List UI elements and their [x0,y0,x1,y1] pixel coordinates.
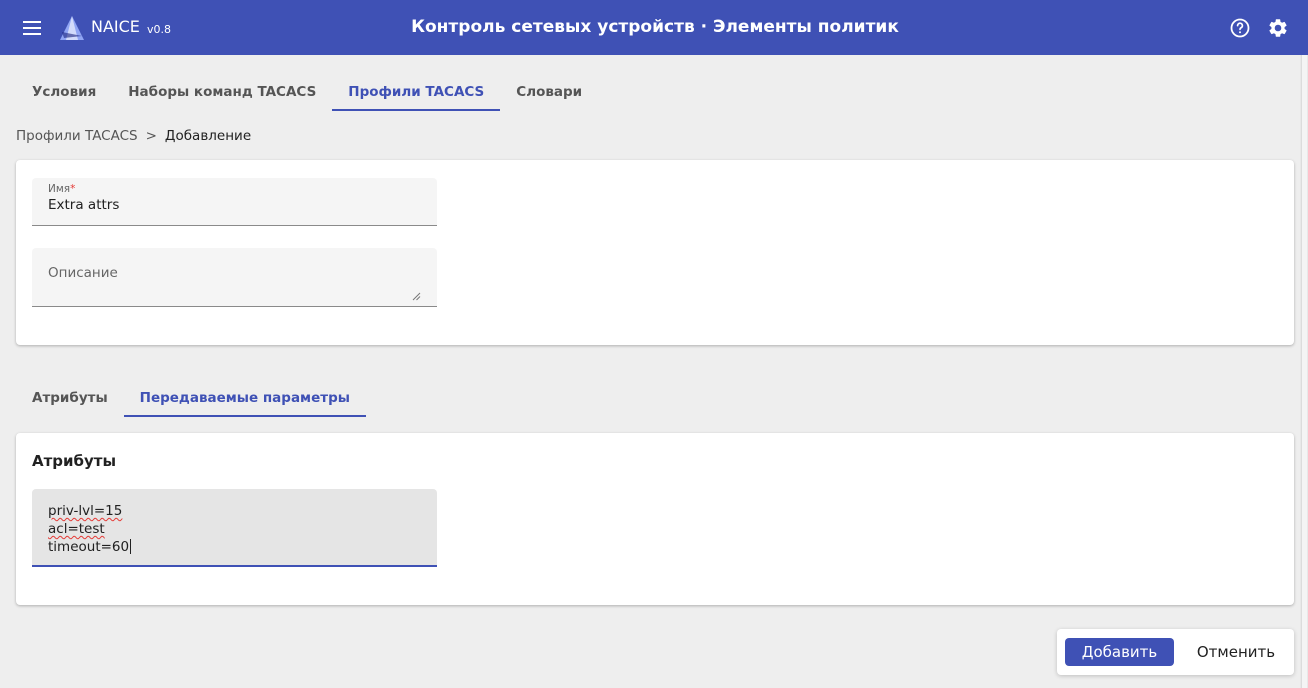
tab-tacacs-profiles[interactable]: Профили TACACS [332,74,501,111]
scrollbar-thumb[interactable] [1301,55,1307,688]
main-tabs: Условия Наборы команд TACACS Профили TAC… [16,74,598,112]
attribute-line-text: priv-lvl=15 [48,503,123,519]
attribute-line: priv-lvl=15 [48,502,131,520]
required-mark: * [70,183,76,195]
app-name: NAICE [91,17,140,36]
attributes-title: Атрибуты [32,452,117,470]
tab-dictionaries[interactable]: Словари [500,74,598,111]
tab-tacacs-command-sets[interactable]: Наборы команд TACACS [112,74,332,111]
tab-attributes[interactable]: Атрибуты [16,380,124,417]
resize-handle-icon[interactable] [412,292,421,301]
attribute-line: acl=test [48,520,131,538]
breadcrumb-separator: > [145,128,157,144]
profile-form-card: Имя* Extra attrs Описание [16,160,1294,345]
attributes-card: Атрибуты priv-lvl=15 acl=test timeout=60 [16,433,1294,605]
menu-icon[interactable] [20,17,44,39]
name-field[interactable]: Имя* Extra attrs [32,178,437,226]
add-button[interactable]: Добавить [1065,638,1174,666]
attribute-line-text: acl=test [48,521,105,537]
gear-icon[interactable] [1267,17,1289,39]
cancel-button[interactable]: Отменить [1185,638,1287,666]
sub-tabs: Атрибуты Передаваемые параметры [16,380,366,417]
scrollbar[interactable] [1300,55,1308,688]
description-field[interactable]: Описание [32,248,437,307]
breadcrumb: Профили TACACS > Добавление [16,128,251,144]
app-bar: NAICE v0.8 Контроль сетевых устройств · … [0,0,1308,55]
name-value: Extra attrs [48,197,120,213]
tab-conditions[interactable]: Условия [16,74,112,111]
breadcrumb-current: Добавление [164,128,252,144]
description-placeholder: Описание [48,265,118,281]
attribute-line-text: timeout=60 [48,539,130,555]
attributes-textarea[interactable]: priv-lvl=15 acl=test timeout=60 [32,489,437,567]
text-caret [130,539,132,554]
attribute-line: timeout=60 [48,538,132,556]
breadcrumb-parent[interactable]: Профили TACACS [16,128,138,144]
app-version: v0.8 [147,23,172,36]
action-bar: Добавить Отменить [1057,629,1294,675]
naice-logo-icon [60,16,84,40]
attributes-lines: priv-lvl=15 acl=test timeout=60 [48,502,132,556]
name-label: Имя* [48,183,76,195]
page-title: Контроль сетевых устройств · Элементы по… [411,17,899,37]
tab-passed-parameters[interactable]: Передаваемые параметры [123,380,366,417]
help-circle-icon[interactable] [1230,18,1250,38]
